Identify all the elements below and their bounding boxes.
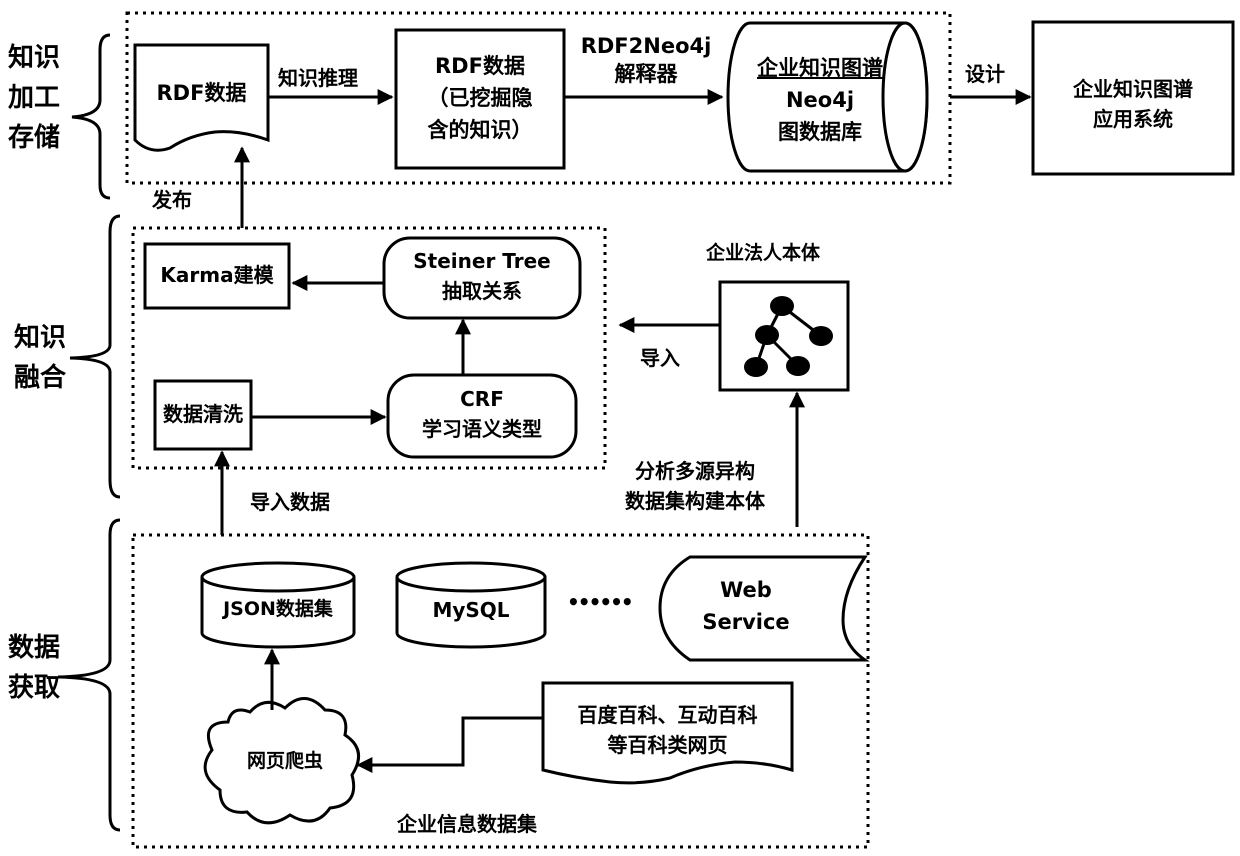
stage-text: 知识 [8,43,61,73]
stage-text: 知识 [14,323,67,353]
neo4j-line: Neo4j [785,88,855,112]
neo4j-db-label: 企业知识图谱 Neo4j 图数据库 [730,52,910,148]
brace-storage [71,33,111,200]
mined-rdf-line: RDF数据 [435,54,525,78]
crf-line: 学习语义类型 [422,417,542,441]
mined-rdf-line: 含的知识） [427,118,533,142]
brace-fusion [69,214,121,499]
stage-text: 融合 [14,363,67,393]
stage-text: 存储 [8,123,61,153]
reasoning-label: 知识推理 [278,66,358,90]
import-data-label: 导入数据 [250,490,330,514]
stage-text: 加工 [8,83,61,113]
cleaning-label: 数据清洗 [163,402,243,426]
stage-label-storage: 知识 加工 存储 [8,38,60,158]
karma-label: Karma建模 [160,263,274,287]
neo4j-line: 图数据库 [778,120,862,144]
json-dataset-label: JSON数据集 [223,598,333,620]
crf-line: CRF [460,387,504,411]
crf-label: CRF 学习语义类型 [388,384,576,444]
encyclopedia-line: 等百科类网页 [607,733,728,757]
arrow-encyclopedia-to-crawler [356,716,543,773]
mined-rdf-line: （已挖掘隐 [427,86,533,110]
application-line: 企业知识图谱 [1073,77,1193,101]
brace-acquisition [57,518,121,832]
converter-line: RDF2Neo4j [580,34,712,58]
mined-rdf-label: RDF数据 （已挖掘隐 含的知识） [396,50,564,146]
import-label: 导入 [640,346,680,370]
mysql-label: MySQL [432,598,510,622]
application-line: 应用系统 [1093,107,1173,131]
build-ontology-label: 分析多源异构 数据集构建本体 [604,456,786,516]
dataset-title: 企业信息数据集 [397,812,537,836]
application-label: 企业知识图谱 应用系统 [1033,74,1233,134]
web-service-line: Web [720,578,772,602]
neo4j-line: 企业知识图谱 [757,56,883,80]
stage-label-fusion: 知识 融合 [14,318,66,398]
stage-text: 数据 [8,633,61,663]
ellipsis-label: •••••• [567,590,634,614]
converter-label: RDF2Neo4j 解释器 [566,32,726,88]
encyclopedia-label: 百度百科、互动百科 等百科类网页 [543,700,792,760]
design-label: 设计 [965,62,1005,86]
stage-label-acquisition: 数据 获取 [8,628,60,708]
encyclopedia-line: 百度百科、互动百科 [577,703,758,727]
crawler-label: 网页爬虫 [246,750,323,772]
rdf-data-label: RDF数据 [156,81,247,105]
web-service-label: Web Service [672,574,820,638]
steiner-line: 抽取关系 [442,279,522,303]
web-service-line: Service [702,610,790,634]
build-ontology-line: 分析多源异构 [635,459,755,483]
stage-text: 获取 [8,673,61,703]
steiner-label: Steiner Tree 抽取关系 [384,246,580,306]
converter-line: 解释器 [614,62,678,86]
ontology-title: 企业法人本体 [706,242,821,264]
publish-label: 发布 [152,188,192,212]
build-ontology-line: 数据集构建本体 [625,489,765,513]
steiner-line: Steiner Tree [413,249,551,273]
